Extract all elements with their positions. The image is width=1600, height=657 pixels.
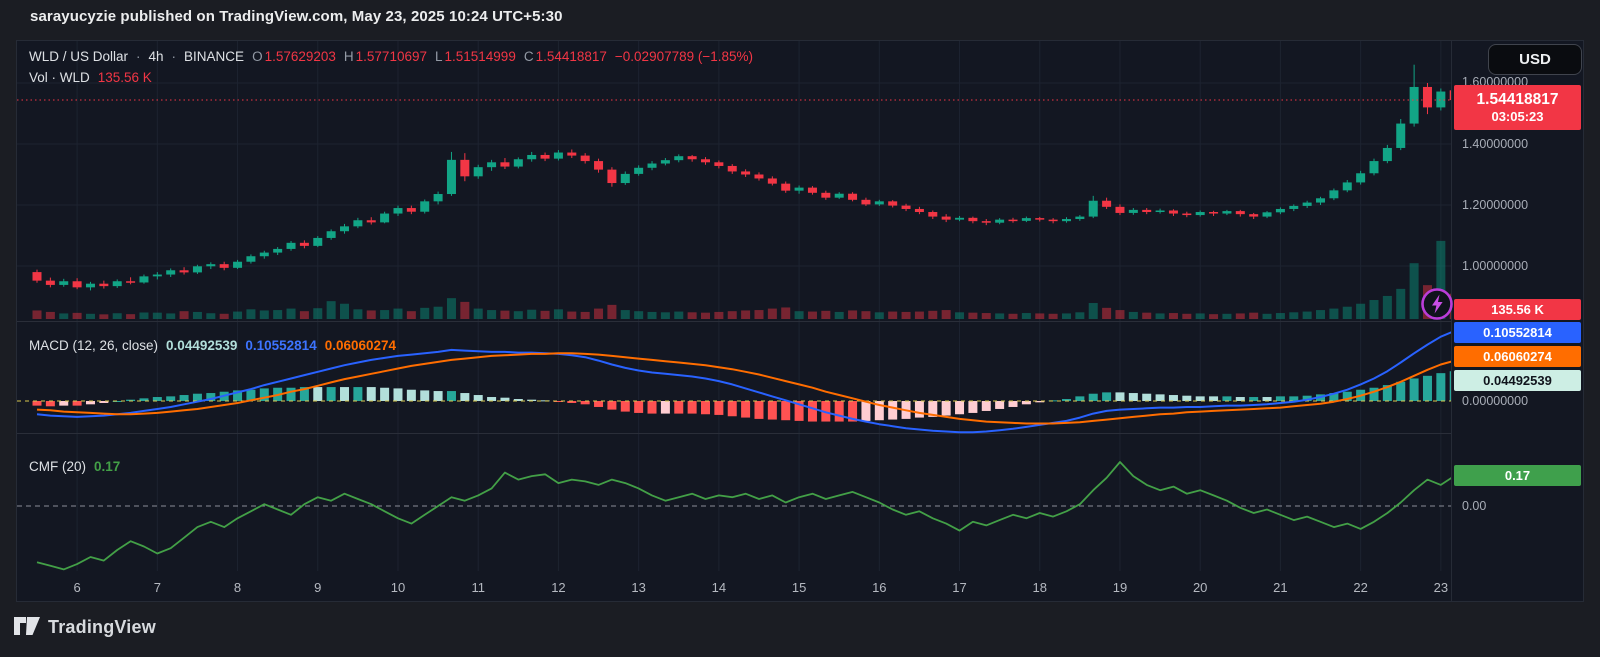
time-axis-label: 21 — [1273, 580, 1287, 595]
symbol-name: WLD / US Dollar — [29, 49, 128, 64]
cmf-title: CMF (20) — [29, 459, 86, 474]
lightning-icon[interactable] — [1420, 287, 1454, 321]
macd-hist-value: 0.04492539 — [166, 338, 237, 353]
exchange-label: BINANCE — [184, 49, 244, 64]
time-axis-label: 9 — [314, 580, 321, 595]
time-axis-label: 8 — [234, 580, 241, 595]
time-axis[interactable]: 6 7 8 9 10 11 12 13 14 15 16 17 18 19 20 21 22 23 — [17, 571, 1451, 601]
interval-label: 4h — [149, 49, 164, 64]
tradingview-branding[interactable]: TradingView — [14, 617, 156, 638]
scale-label-120: 1.20000000 — [1462, 198, 1528, 212]
price-chart-canvas[interactable] — [17, 41, 1451, 571]
volume-label: Vol · WLD — [29, 70, 90, 85]
cmf-value: 0.17 — [94, 459, 120, 474]
time-axis-label: 15 — [792, 580, 806, 595]
time-axis-label: 6 — [73, 580, 80, 595]
last-price-value: 1.54418817 — [1477, 90, 1559, 109]
time-axis-label: 13 — [631, 580, 645, 595]
time-axis-label: 11 — [471, 580, 485, 595]
time-axis-label: 19 — [1113, 580, 1127, 595]
bar-countdown: 03:05:23 — [1491, 109, 1543, 125]
macd-legend: MACD (12, 26, close) 0.04492539 0.105528… — [29, 338, 396, 353]
tradingview-logo-text: TradingView — [48, 617, 156, 638]
tradingview-logo-icon — [14, 617, 40, 638]
price-scale[interactable]: USD 1.60000000 1.40000000 1.20000000 1.0… — [1451, 41, 1585, 601]
ohlc-low: L1.51514999 — [435, 49, 516, 64]
volume-legend: Vol · WLD 135.56 K — [29, 70, 152, 85]
ohlc-open: O1.57629203 — [252, 49, 336, 64]
publish-header: sarayucyzie published on TradingView.com… — [30, 8, 563, 25]
scale-label-140: 1.40000000 — [1462, 137, 1528, 151]
time-axis-label: 20 — [1193, 580, 1207, 595]
ohlc-high: H1.57710697 — [344, 49, 427, 64]
macd-signal-value: 0.06060274 — [325, 338, 396, 353]
chart-container: WLD / US Dollar · 4h · BINANCE O1.576292… — [16, 40, 1584, 602]
scale-label-macd-zero: 0.00000000 — [1462, 394, 1528, 408]
time-axis-label: 16 — [872, 580, 886, 595]
cmf-legend: CMF (20) 0.17 — [29, 459, 120, 474]
symbol-legend: WLD / US Dollar · 4h · BINANCE O1.576292… — [29, 49, 753, 64]
cmf-axis-label: 0.17 — [1454, 465, 1581, 486]
last-price-label: 1.54418817 03:05:23 — [1454, 85, 1581, 130]
macd-title: MACD (12, 26, close) — [29, 338, 158, 353]
time-axis-label: 17 — [952, 580, 966, 595]
time-axis-label: 18 — [1033, 580, 1047, 595]
time-axis-label: 22 — [1353, 580, 1367, 595]
time-axis-label: 14 — [712, 580, 726, 595]
volume-value: 135.56 K — [98, 70, 152, 85]
macd-axis-label: 0.10552814 — [1454, 322, 1581, 343]
time-axis-label: 12 — [551, 580, 565, 595]
scale-label-cmf-zero: 0.00 — [1462, 499, 1486, 513]
currency-toggle-button[interactable]: USD — [1488, 44, 1582, 75]
change-label: −0.02907789 (−1.85%) — [615, 49, 753, 64]
ohlc-close: C1.54418817 — [524, 49, 607, 64]
time-axis-label: 10 — [391, 580, 405, 595]
time-axis-label: 7 — [154, 580, 161, 595]
macd-line-value: 0.10552814 — [245, 338, 316, 353]
scale-label-100: 1.00000000 — [1462, 259, 1528, 273]
time-axis-label: 23 — [1434, 580, 1448, 595]
hist-axis-label: 0.04492539 — [1454, 370, 1581, 391]
volume-axis-label: 135.56 K — [1454, 299, 1581, 320]
signal-axis-label: 0.06060274 — [1454, 346, 1581, 367]
